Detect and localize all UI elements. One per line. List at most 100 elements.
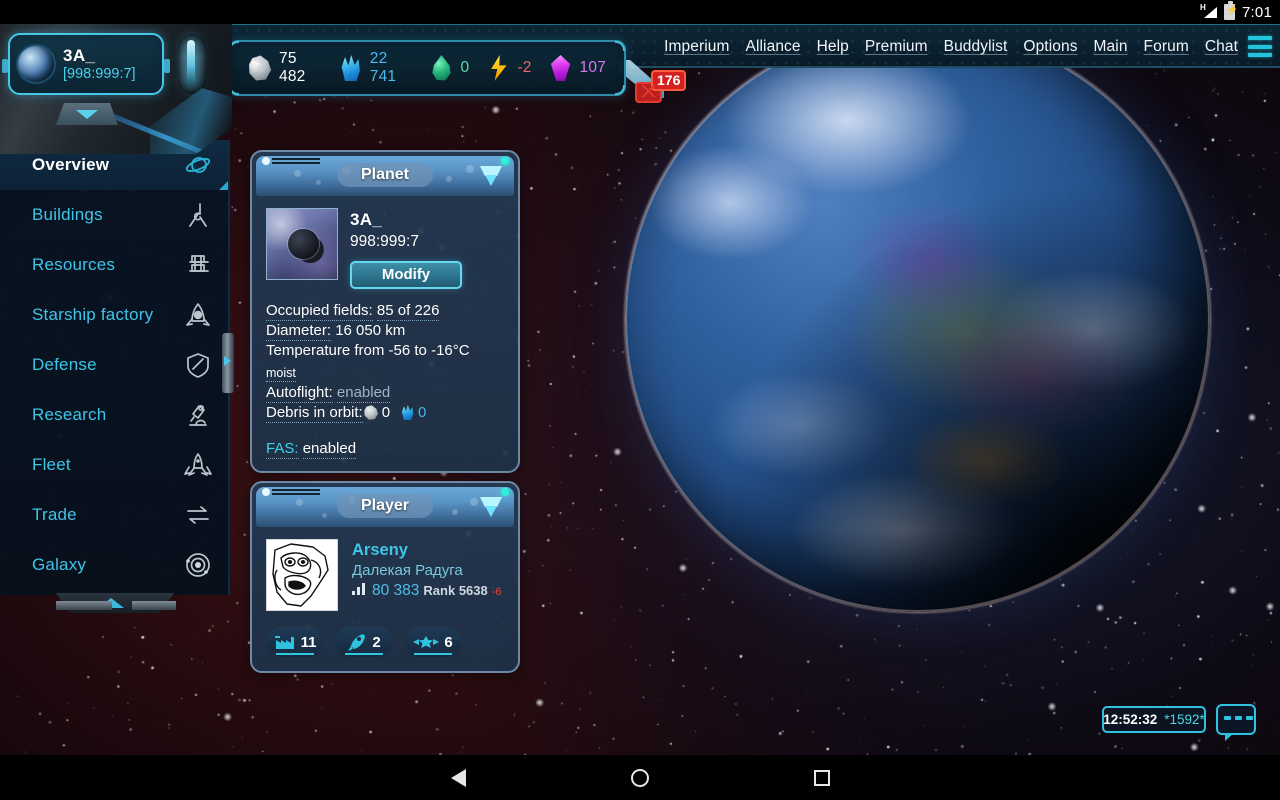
top-nav-premium[interactable]: Premium (865, 38, 928, 56)
bar-chart-icon (352, 583, 366, 595)
climate-row: moist (266, 363, 504, 383)
resource-metal[interactable]: 75 482 (242, 50, 328, 86)
resource-deuterium[interactable]: 0 (424, 55, 476, 81)
debris-crystal-value: 0 (418, 404, 427, 421)
rocket-gear-icon (184, 301, 212, 329)
sidebar-item-defense[interactable]: Defense (0, 340, 228, 390)
mail-unread-badge: 176 (651, 70, 687, 91)
resource-energy[interactable]: -2 (480, 55, 537, 81)
troll-face-avatar (272, 543, 329, 607)
player-stat-planets-count[interactable]: 11 (266, 627, 324, 657)
resource-bar: 75 482 22 741 0 -2 107 (228, 40, 626, 96)
home-circle-icon[interactable] (630, 768, 649, 787)
fas-row: FAS: enabled (266, 440, 504, 459)
top-nav-main[interactable]: Main (1094, 38, 1128, 56)
player-rank-delta: -6 (491, 586, 502, 598)
player-panel: Player Arseny Далекая Радуга 80 383 Rank… (250, 481, 520, 673)
top-nav-alliance[interactable]: Alliance (746, 38, 801, 56)
sidebar-item-starship-factory[interactable]: Starship factory (0, 290, 228, 340)
metal-rock-icon (248, 55, 272, 81)
planet-ring-icon (184, 151, 212, 179)
player-name[interactable]: Arseny (352, 541, 502, 560)
chevron-down-icon[interactable] (480, 495, 502, 517)
planet-render[interactable] (625, 27, 1210, 612)
sidebar-item-label: Fleet (32, 455, 71, 474)
player-panel-title: Player (337, 494, 433, 518)
fleet-ships-icon (184, 451, 212, 479)
resource-energy-value: -2 (517, 59, 532, 76)
fas-label[interactable]: FAS: (266, 440, 299, 459)
temperature-label: Temperature from (266, 342, 385, 359)
player-stat-fleet-count[interactable]: 6 (404, 627, 462, 657)
factory-icon (274, 634, 296, 650)
resource-darkmatter[interactable]: 107 (543, 55, 612, 81)
planet-thumbnail (266, 208, 338, 280)
occupied-fields-row: Occupied fields: 85 of 226 (266, 301, 504, 321)
sidebar-item-fleet[interactable]: Fleet (0, 440, 228, 490)
player-points: 80 383 (372, 582, 420, 599)
autoflight-label: Autoflight: (266, 384, 333, 403)
sidebar-item-buildings[interactable]: Buildings (0, 190, 228, 240)
back-triangle-icon[interactable] (450, 768, 466, 787)
metal-rock-icon (364, 405, 379, 420)
status-bar-clock: 7:01 (1242, 3, 1272, 21)
android-status-bar: H ⚡ 7:01 (0, 0, 1280, 24)
sidebar-item-resources[interactable]: Resources (0, 240, 228, 290)
server-ping: *1592* (1164, 712, 1205, 727)
chevron-down-icon[interactable] (480, 164, 502, 186)
dark-matter-icon (550, 55, 571, 81)
modify-button[interactable]: Modify (350, 261, 462, 289)
galaxy-orbit-icon (184, 551, 212, 579)
diameter-value: 16 050 km (335, 322, 406, 339)
planet-selector-dropdown-button[interactable] (56, 103, 118, 125)
sidebar-item-research[interactable]: Research (0, 390, 228, 440)
mail-envelope-icon[interactable]: 176 (635, 70, 687, 103)
top-nav-chat[interactable]: Chat (1205, 38, 1238, 56)
fas-value: enabled (302, 440, 357, 459)
player-stat-moons-count[interactable]: 2 (335, 627, 393, 657)
planet-coordinates: 998:999:7 (350, 233, 419, 250)
resource-crystal-value: 22 741 (369, 50, 397, 85)
autoflight-value: enabled (336, 384, 391, 403)
chat-bubble-icon[interactable] (1216, 704, 1256, 741)
sidebar-item-galaxy[interactable]: Galaxy (0, 540, 228, 590)
planet-panel-header: Planet (256, 156, 514, 196)
resource-metal-value: 75 482 (279, 50, 306, 85)
crane-hook-icon (184, 201, 212, 229)
planet-selector[interactable]: 3A_ [998:999:7] (2, 33, 170, 95)
top-nav-buddylist[interactable]: Buddylist (944, 38, 1008, 56)
top-nav-forum[interactable]: Forum (1144, 38, 1189, 56)
rocket-icon (347, 632, 367, 652)
resource-crystal[interactable]: 22 741 (333, 50, 419, 86)
top-nav-options[interactable]: Options (1023, 38, 1077, 56)
crystal-icon (401, 405, 414, 420)
debris-row: Debris in orbit: 0 0 (266, 403, 504, 423)
sidebar-menu: Overview Buildings Resources Starship facto… (0, 140, 230, 613)
player-stat-value: 11 (300, 633, 317, 651)
sidebar-rail-right (132, 601, 176, 610)
sidebar-item-label: Trade (32, 505, 77, 524)
chevron-down-icon (76, 110, 98, 119)
player-alliance[interactable]: Далекая Радуга (352, 562, 502, 579)
planet-selector-thumbnail (18, 46, 54, 82)
player-stat-buttons: 11 2 6 (266, 627, 504, 657)
planet-selector-coords: [998:999:7] (63, 65, 136, 82)
deuterium-icon (432, 55, 451, 81)
app-root: H ⚡ 7:01 Imperium Alliance Help Premium Budd… (0, 0, 1280, 800)
avatar (266, 539, 338, 611)
resource-darkmatter-value: 107 (579, 59, 606, 76)
shield-icon (184, 351, 212, 379)
temperature-value: -56 to -16°C (388, 342, 470, 359)
sidebar-item-trade[interactable]: Trade (0, 490, 228, 540)
sidebar-scrollbar[interactable] (222, 333, 234, 393)
resource-deuterium-value: 0 (460, 59, 470, 76)
sidebar-item-label: Defense (32, 355, 97, 374)
top-nav-imperium[interactable]: Imperium (664, 38, 729, 56)
recents-square-icon[interactable] (813, 769, 830, 786)
temperature-row: Temperature from -56 to -16°C (266, 341, 504, 361)
top-nav-help[interactable]: Help (817, 38, 849, 56)
planet-panel: Planet 3A_ 998:999:7 Modify Occupied fie… (250, 150, 520, 473)
player-stat-value: 6 (444, 633, 453, 651)
server-clock: 12:52:32 (1103, 712, 1158, 727)
hamburger-menu-icon[interactable] (1248, 36, 1272, 57)
